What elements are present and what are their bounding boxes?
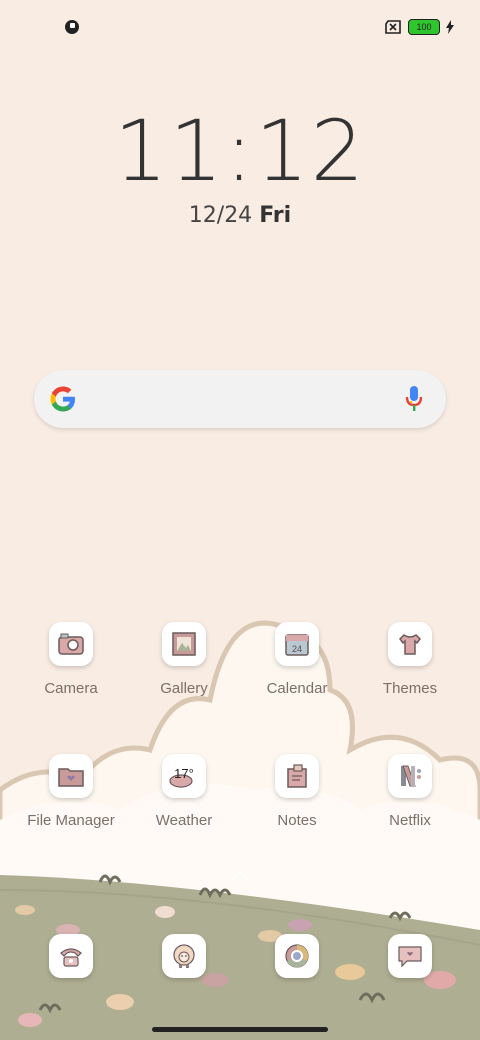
sheep-icon[interactable] bbox=[162, 934, 206, 978]
chevron-up-icon[interactable] bbox=[231, 870, 249, 880]
app-label: Camera bbox=[44, 680, 98, 697]
dock-chrome[interactable] bbox=[242, 934, 352, 978]
dock-sheep[interactable] bbox=[129, 934, 239, 978]
camera-icon[interactable] bbox=[49, 622, 93, 666]
app-label: Gallery bbox=[160, 680, 208, 697]
notification-icon bbox=[65, 20, 79, 34]
google-logo-icon[interactable] bbox=[48, 384, 78, 414]
app-label: File Manager bbox=[27, 812, 115, 829]
status-bar: 100 bbox=[0, 0, 480, 56]
messages-icon[interactable] bbox=[388, 934, 432, 978]
charging-icon bbox=[446, 20, 454, 34]
sim-off-icon bbox=[385, 20, 401, 34]
dock-phone[interactable] bbox=[16, 934, 126, 978]
app-label: Calendar bbox=[266, 680, 328, 697]
clock-date[interactable]: 12/24 Fri bbox=[0, 203, 480, 228]
weather-icon[interactable]: 17° bbox=[162, 754, 206, 798]
app-camera[interactable]: Camera bbox=[16, 622, 126, 697]
notes-icon[interactable] bbox=[275, 754, 319, 798]
battery-level: 100 bbox=[416, 22, 432, 32]
clock-time[interactable]: 11:12 bbox=[0, 102, 480, 200]
status-icons: 100 bbox=[384, 19, 454, 35]
google-search-bar[interactable] bbox=[34, 370, 446, 428]
search-input[interactable] bbox=[94, 382, 388, 418]
phone-icon[interactable] bbox=[49, 934, 93, 978]
gallery-icon[interactable] bbox=[162, 622, 206, 666]
app-weather[interactable]: 17° Weather bbox=[129, 754, 239, 829]
app-label: Themes bbox=[382, 680, 438, 697]
app-label: Netflix bbox=[389, 812, 431, 829]
app-label: Weather bbox=[155, 812, 213, 829]
weather-badge: 17° bbox=[174, 766, 194, 781]
app-gallery[interactable]: Gallery bbox=[129, 622, 239, 697]
app-file-manager[interactable]: File Manager bbox=[16, 754, 126, 829]
themes-shirt-icon[interactable] bbox=[388, 622, 432, 666]
app-themes[interactable]: Themes bbox=[355, 622, 465, 697]
battery-icon: 100 bbox=[408, 19, 440, 35]
dock-messages[interactable] bbox=[355, 934, 465, 978]
calendar-badge: 24 bbox=[292, 644, 302, 654]
netflix-icon[interactable] bbox=[388, 754, 432, 798]
chrome-icon[interactable] bbox=[275, 934, 319, 978]
date-text: 12/24 bbox=[188, 203, 253, 228]
app-calendar[interactable]: 24 Calendar bbox=[242, 622, 352, 697]
folder-icon[interactable] bbox=[49, 754, 93, 798]
calendar-icon[interactable]: 24 bbox=[275, 622, 319, 666]
gesture-nav-bar[interactable] bbox=[152, 1027, 328, 1032]
weekday-text: Fri bbox=[259, 203, 292, 228]
app-notes[interactable]: Notes bbox=[242, 754, 352, 829]
microphone-icon[interactable] bbox=[404, 384, 424, 414]
app-netflix[interactable]: Netflix bbox=[355, 754, 465, 829]
app-label: Notes bbox=[277, 812, 317, 829]
